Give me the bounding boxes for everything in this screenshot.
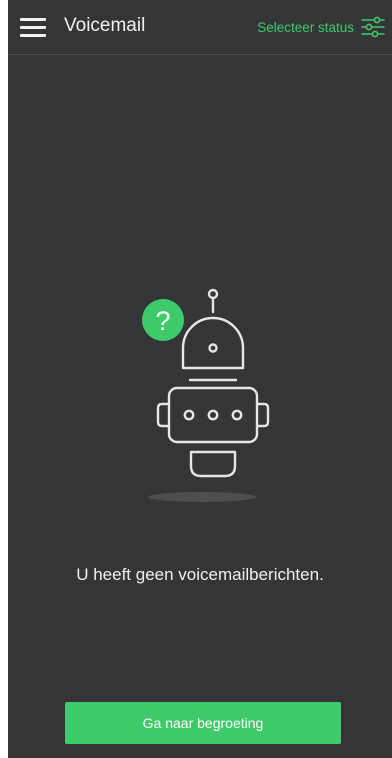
page-title: Voicemail bbox=[64, 15, 146, 36]
select-status-label: Selecteer status bbox=[257, 19, 354, 35]
robot-question-icon: ? bbox=[142, 288, 270, 502]
select-status-button[interactable]: Selecteer status bbox=[257, 12, 386, 42]
empty-state-message: U heeft geen voicemailberichten. bbox=[76, 565, 324, 584]
app-header: Voicemail Selecteer status bbox=[8, 0, 392, 55]
question-mark: ? bbox=[155, 306, 170, 336]
voicemail-screen: Voicemail Selecteer status ? U heeft gee… bbox=[8, 0, 392, 758]
hamburger-menu-icon[interactable] bbox=[20, 18, 46, 38]
go-to-greeting-button[interactable]: Ga naar begroeting bbox=[65, 702, 341, 744]
robot-shadow bbox=[148, 492, 256, 502]
sliders-icon bbox=[361, 16, 385, 38]
